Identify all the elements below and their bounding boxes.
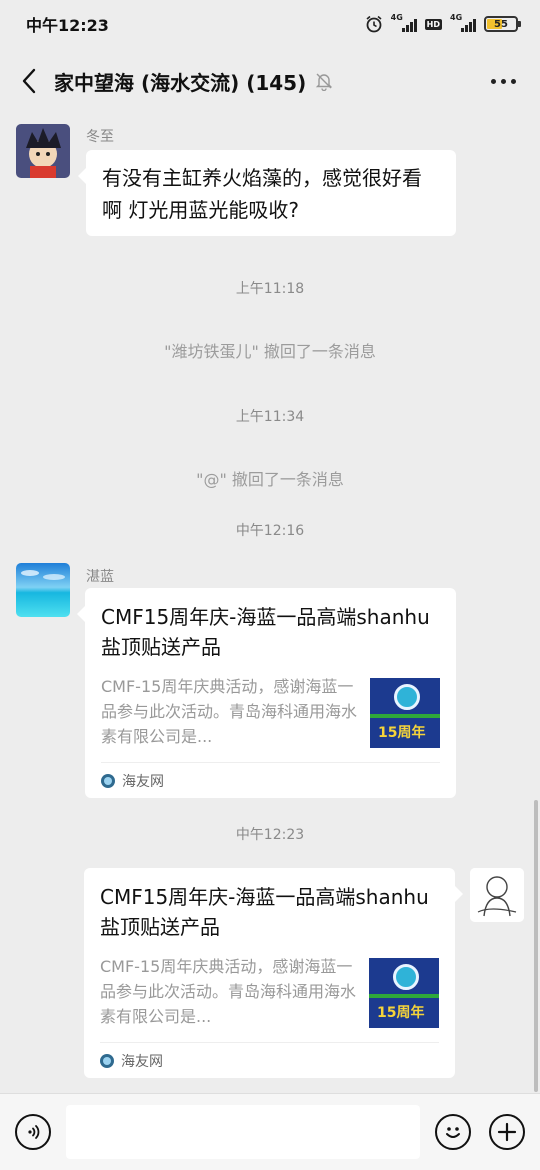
source-name: 海友网 xyxy=(122,773,164,790)
recall-notice: "潍坊铁蛋儿" 撤回了一条消息 xyxy=(164,342,376,361)
hd-icon: HD xyxy=(424,18,442,30)
avatar-zhanlan[interactable] xyxy=(16,563,70,617)
source-logo-icon xyxy=(101,773,115,788)
timestamp: 上午11:18 xyxy=(235,281,305,297)
card-source: 海友网 xyxy=(100,1042,439,1078)
alarm-icon xyxy=(366,15,382,33)
timestamp: 上午11:34 xyxy=(235,409,305,425)
card-description: CMF-15周年庆典活动，感谢海蓝一品参与此次活动。青岛海科通用海水素有限公司是… xyxy=(100,957,357,1026)
card-source: 海友网 xyxy=(101,762,440,798)
card-description: CMF-15周年庆典活动，感谢海蓝一品参与此次活动。青岛海科通用海水素有限公司是… xyxy=(101,677,358,746)
link-card[interactable]: CMF15周年庆-海蓝一品高端shanhu盐顶贴送产品 CMF-15周年庆典活动… xyxy=(84,868,463,1078)
emoji-icon[interactable] xyxy=(435,1114,471,1150)
plus-icon[interactable] xyxy=(489,1114,525,1150)
status-icons: 4G HD 4G 55 xyxy=(365,13,521,33)
voice-icon[interactable] xyxy=(15,1114,51,1150)
scrollbar[interactable] xyxy=(534,800,538,1092)
link-card[interactable]: CMF15周年庆-海蓝一品高端shanhu盐顶贴送产品 CMF-15周年庆典活动… xyxy=(77,588,456,798)
chevron-left-icon[interactable] xyxy=(14,61,44,101)
avatar-dongzhi[interactable] xyxy=(16,124,70,178)
chat-title[interactable]: 家中望海 (海水交流) (145) xyxy=(54,67,306,96)
input-bar xyxy=(0,1093,540,1170)
signal-4g-icon: 4G xyxy=(391,13,417,32)
card-thumbnail: 15周年 xyxy=(370,678,440,748)
sender-name: 冬至 xyxy=(86,129,114,145)
sender-name: 湛蓝 xyxy=(86,569,114,585)
source-name: 海友网 xyxy=(121,1053,163,1070)
battery-level: 55 xyxy=(494,18,508,30)
thumbnail-label: 15周年 xyxy=(377,1005,425,1021)
message-text: 有没有主缸养火焰藻的，感觉很好看啊 灯光用蓝光能吸收? xyxy=(102,166,422,222)
timestamp: 中午12:16 xyxy=(235,523,305,539)
source-logo-icon xyxy=(100,1053,114,1068)
card-thumbnail: 15周年 xyxy=(369,958,439,1028)
signal-4g-icon: 4G xyxy=(450,13,476,32)
bell-off-icon xyxy=(316,73,333,91)
message-bubble[interactable]: 有没有主缸养火焰藻的，感觉很好看啊 灯光用蓝光能吸收? xyxy=(78,150,456,236)
timestamp: 中午12:23 xyxy=(235,827,305,843)
recall-notice: "@" 撤回了一条消息 xyxy=(196,470,344,489)
card-title: CMF15周年庆-海蓝一品高端shanhu盐顶贴送产品 xyxy=(101,605,430,659)
status-time: 中午12:23 xyxy=(26,16,109,35)
more-dots-icon[interactable] xyxy=(487,61,520,101)
status-bar: 中午12:23 4G HD 4G 55 xyxy=(0,0,540,48)
thumbnail-label: 15周年 xyxy=(378,725,426,741)
battery-icon: 55 xyxy=(484,16,521,32)
avatar-self[interactable] xyxy=(470,868,524,922)
chat-header: 家中望海 (海水交流) (145) xyxy=(0,48,540,114)
card-title: CMF15周年庆-海蓝一品高端shanhu盐顶贴送产品 xyxy=(100,885,429,939)
message-input[interactable] xyxy=(66,1105,420,1159)
